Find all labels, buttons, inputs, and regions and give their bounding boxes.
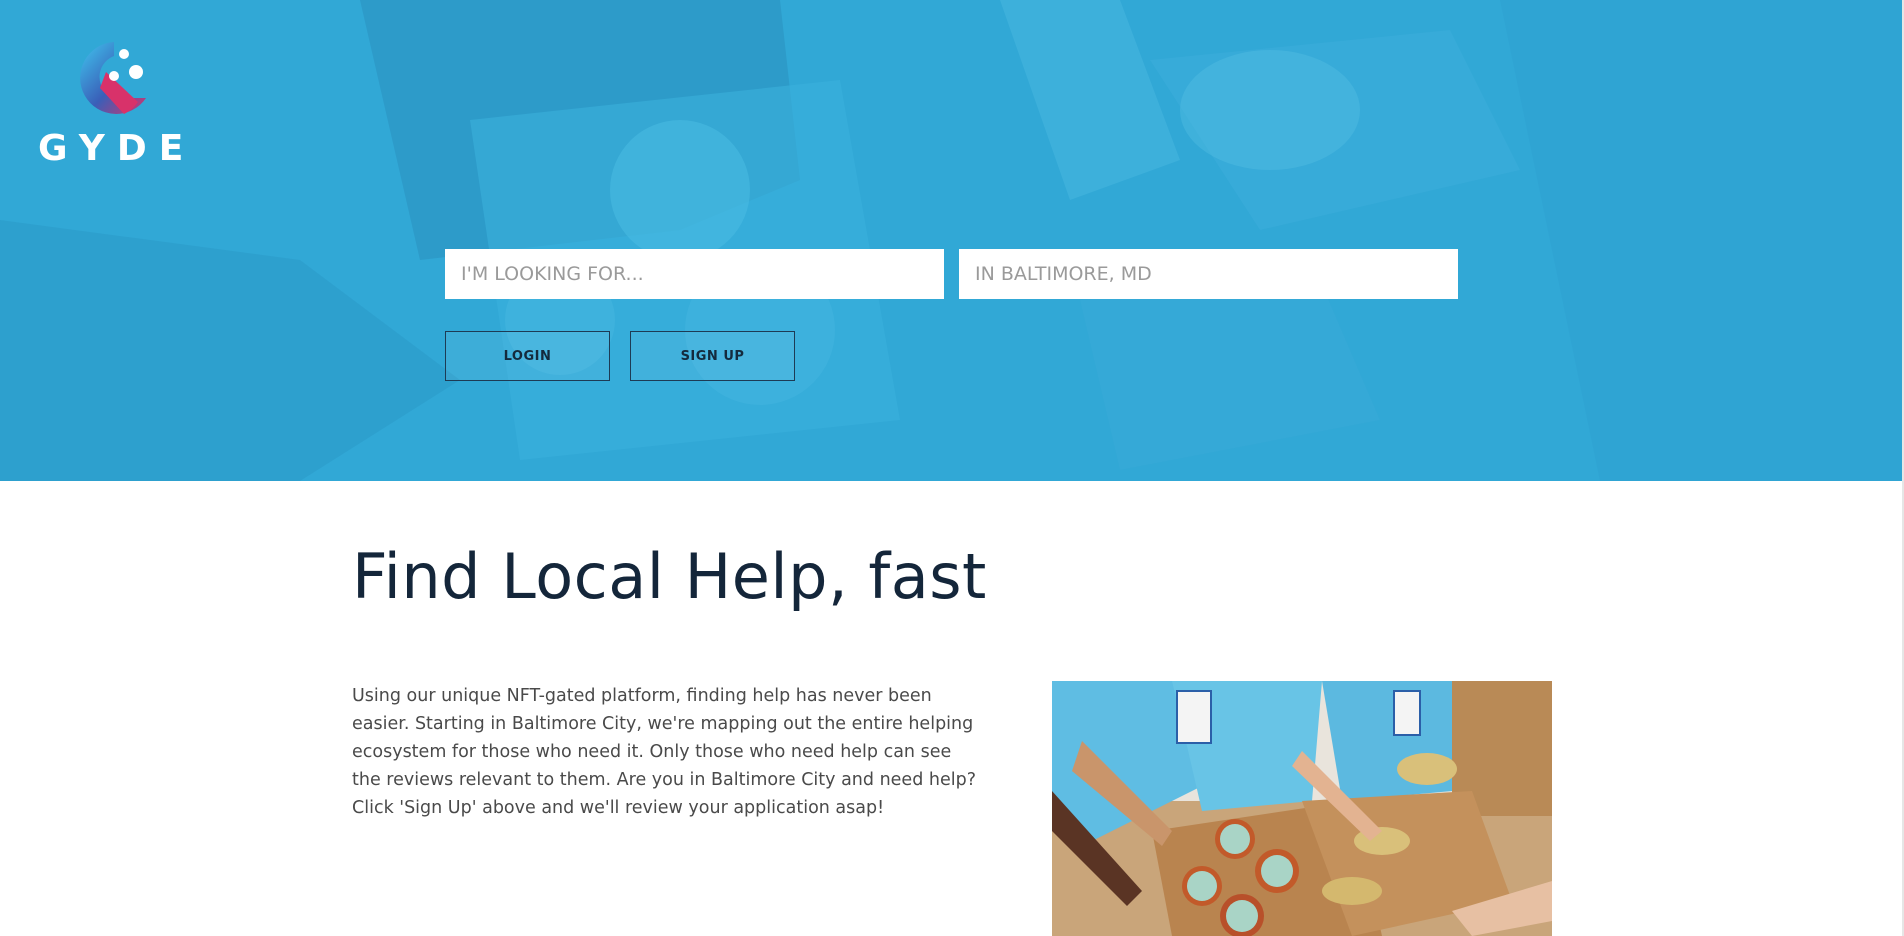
intro-description: Using our unique NFT-gated platform, fin… xyxy=(352,686,976,818)
page-headline: Find Local Help, fast xyxy=(352,540,987,613)
hero-banner: GYDE LOGIN SIGN UP xyxy=(0,0,1904,481)
volunteers-photo xyxy=(1052,681,1552,936)
brand-wordmark: GYDE xyxy=(38,128,196,169)
hero-background-photo xyxy=(0,0,1904,481)
signup-button-label: SIGN UP xyxy=(680,348,745,364)
signup-button[interactable]: SIGN UP xyxy=(630,331,795,381)
location-input[interactable] xyxy=(959,249,1458,299)
login-button[interactable]: LOGIN xyxy=(445,331,610,381)
looking-for-input[interactable] xyxy=(445,249,944,299)
volunteers-photo-art xyxy=(1052,681,1552,936)
login-button-label: LOGIN xyxy=(503,348,552,364)
